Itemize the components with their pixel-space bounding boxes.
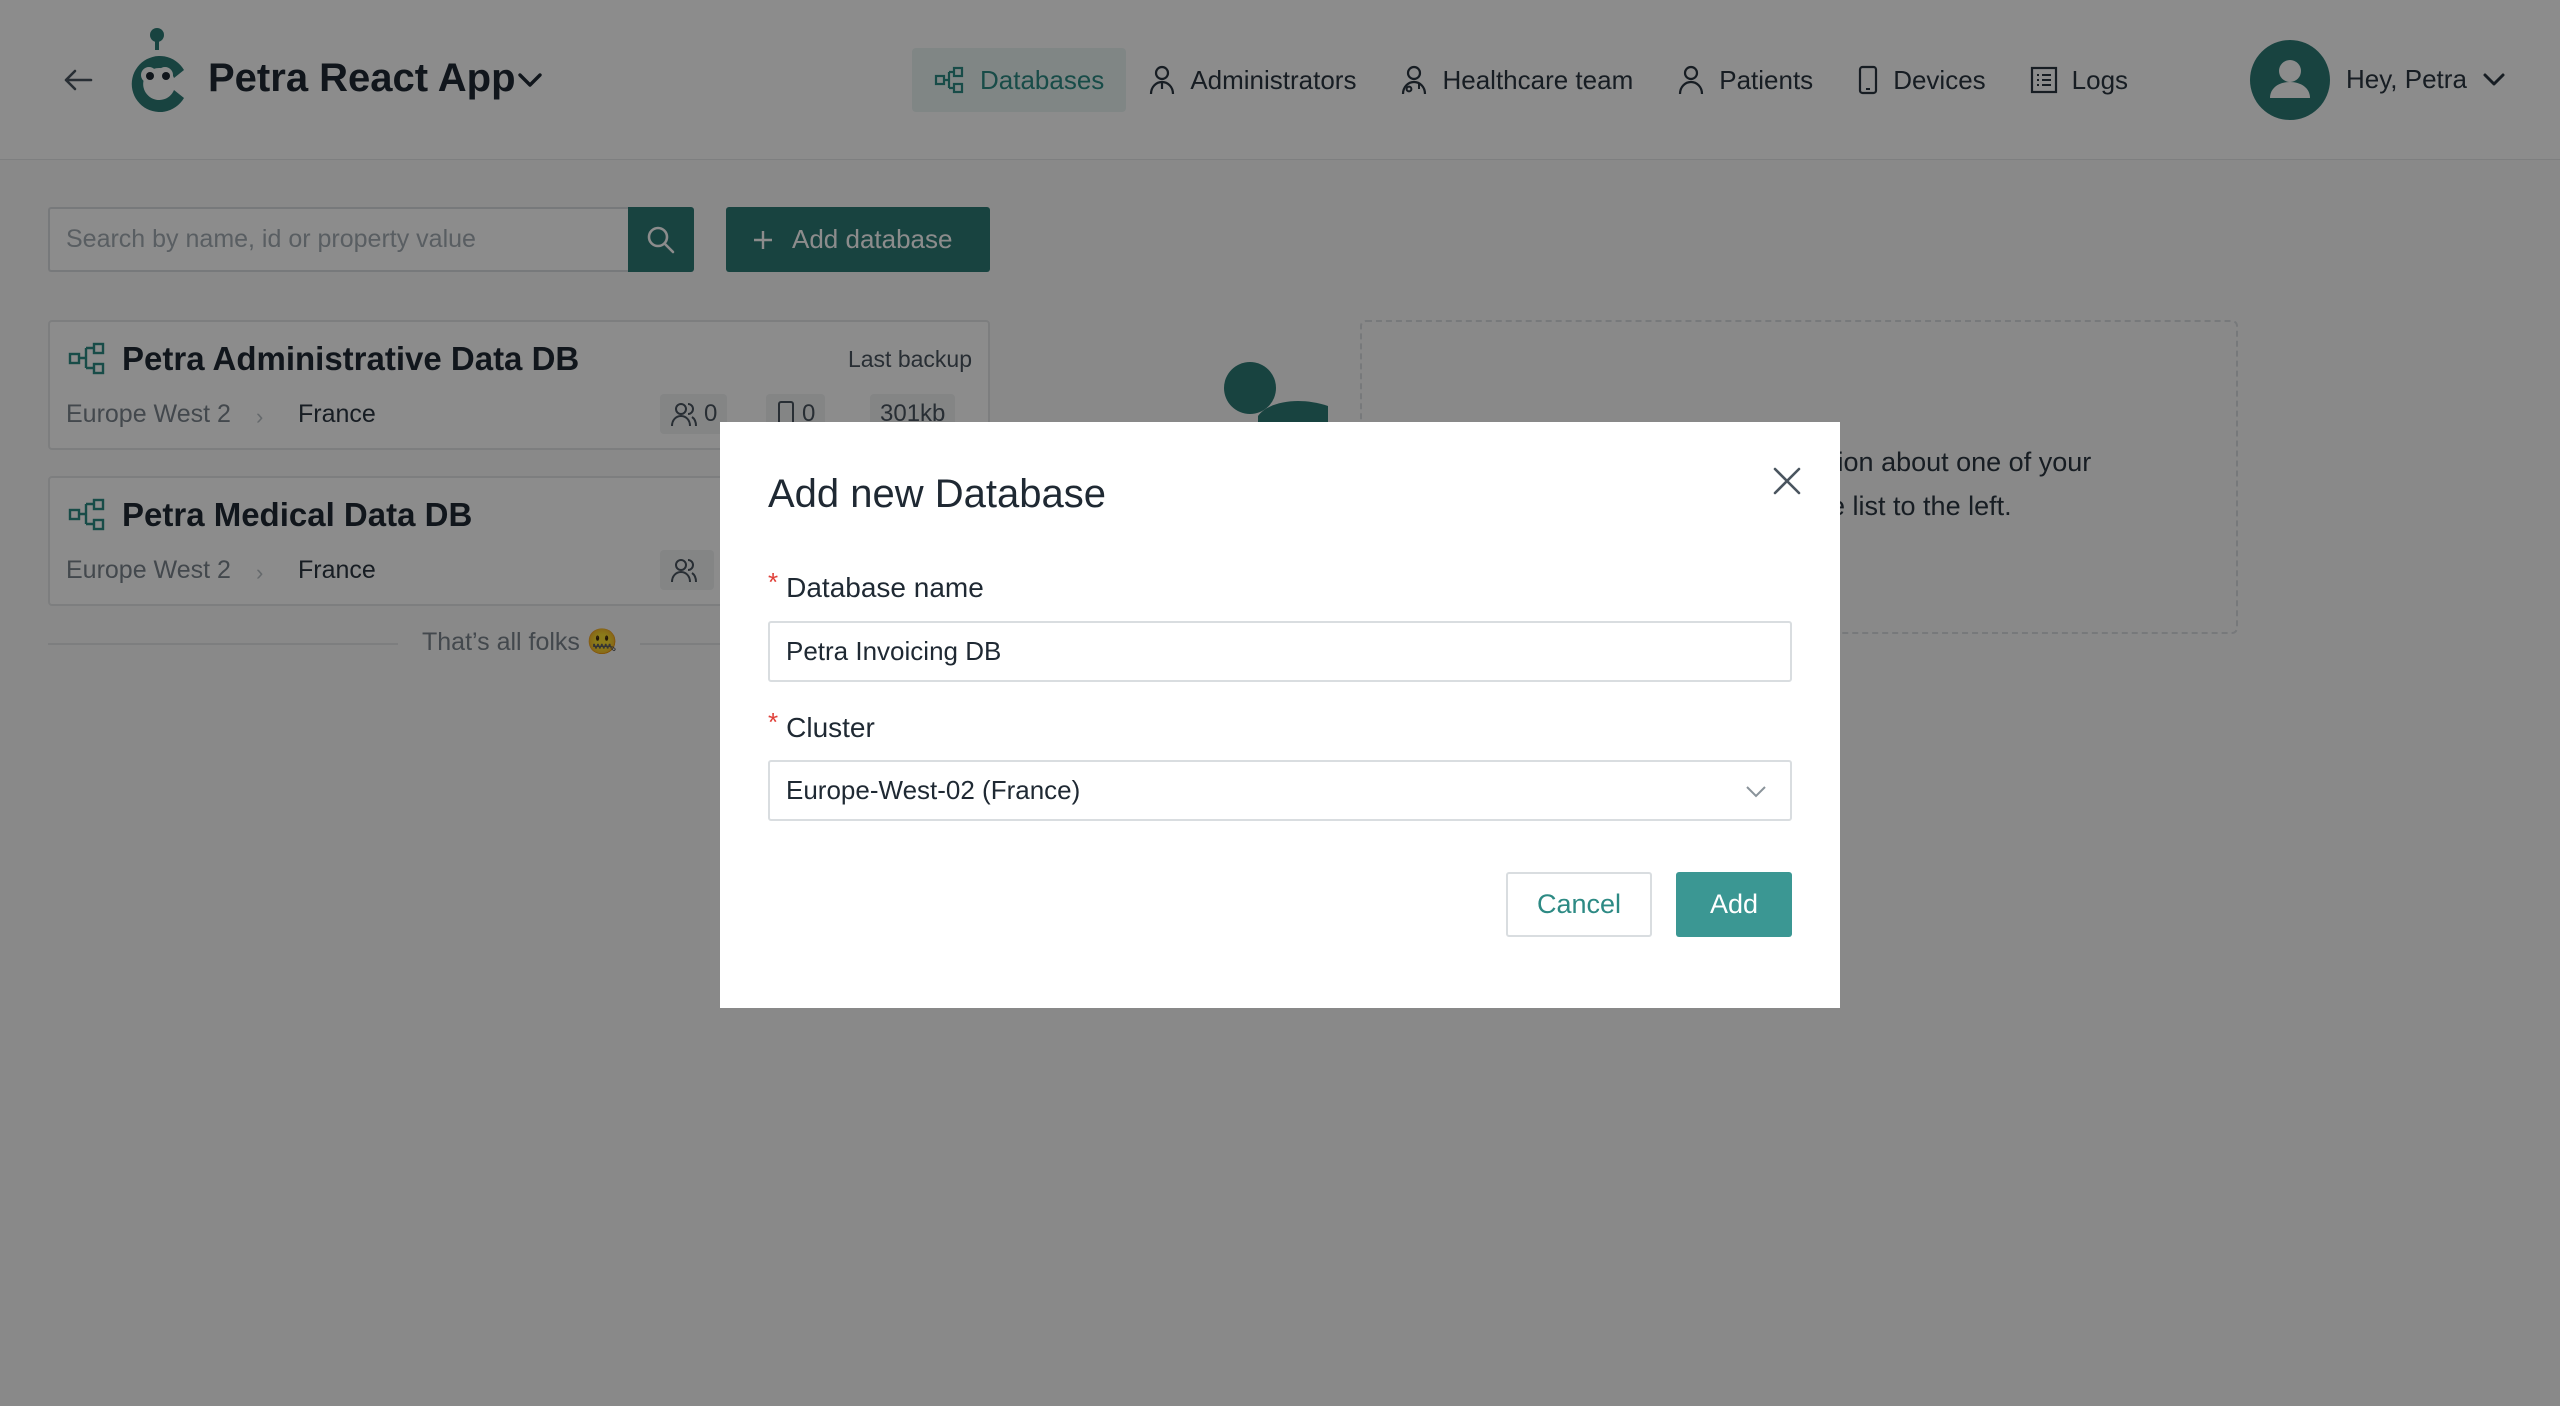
add-button[interactable]: Add — [1676, 872, 1792, 937]
database-name-label: * Database name — [768, 567, 984, 604]
cancel-button[interactable]: Cancel — [1506, 872, 1652, 937]
field-label-text: Database name — [786, 572, 984, 603]
chevron-down-icon — [1746, 786, 1766, 798]
add-database-dialog: Add new Database * Database name Petra In… — [720, 422, 1840, 1008]
required-marker: * — [768, 707, 779, 737]
cluster-selected-value: Europe-West-02 (France) — [786, 775, 1081, 805]
database-name-input[interactable]: Petra Invoicing DB — [768, 621, 1792, 682]
cluster-label: * Cluster — [768, 707, 875, 744]
close-icon[interactable] — [1766, 460, 1808, 502]
cluster-select[interactable]: Europe-West-02 (France) — [768, 760, 1792, 821]
required-marker: * — [768, 567, 779, 597]
dialog-title: Add new Database — [768, 472, 1107, 516]
field-label-text: Cluster — [786, 712, 875, 743]
